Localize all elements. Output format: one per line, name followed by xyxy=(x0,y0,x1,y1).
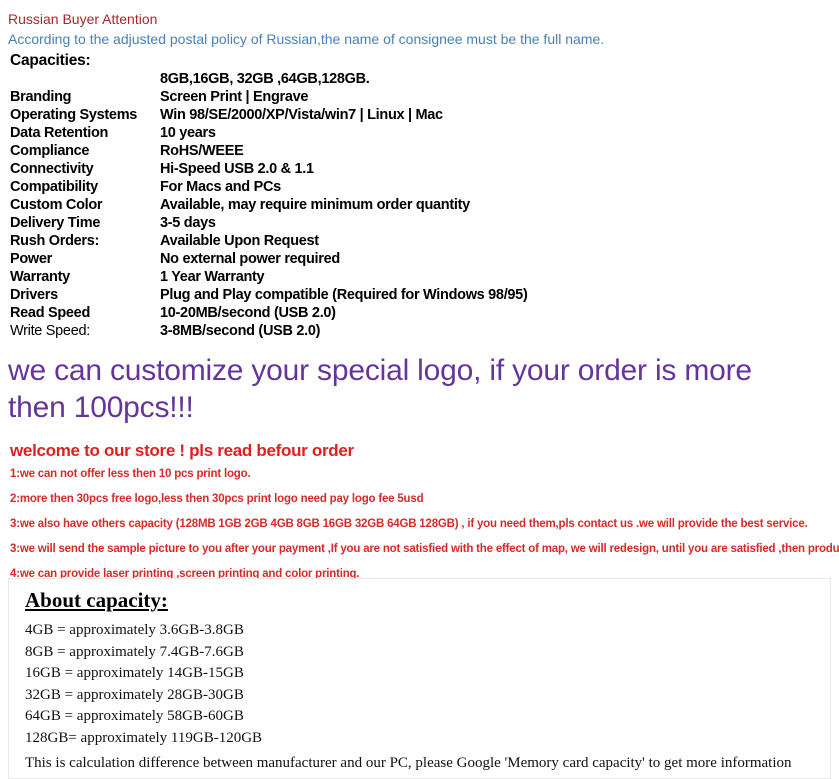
spec-value: Win 98/SE/2000/XP/Vista/win7 | Linux | M… xyxy=(160,107,443,123)
store-terms-block: welcome to our store ! pls read befour o… xyxy=(10,440,839,587)
spec-label: Operating Systems xyxy=(10,107,138,123)
list-item: 2:more then 30pcs free logo,less then 30… xyxy=(10,493,424,505)
spec-value: Available, may require minimum order qua… xyxy=(160,197,470,213)
table-row: Branding Screen Print | Engrave xyxy=(10,88,527,106)
table-row: Warranty 1 Year Warranty xyxy=(10,268,527,286)
table-row: Data Retention 10 years xyxy=(10,124,527,142)
spec-label: Delivery Time xyxy=(10,215,101,231)
specifications-table: Capacities: 8GB,16GB, 32GB ,64GB,128GB. … xyxy=(10,52,528,340)
spec-label: Power xyxy=(10,251,53,267)
spec-value: Plug and Play compatible (Required for W… xyxy=(160,287,528,303)
spec-value: 3-8MB/second (USB 2.0) xyxy=(160,323,321,339)
table-row: Operating Systems Win 98/SE/2000/XP/Vist… xyxy=(10,106,527,124)
spec-value: 10 years xyxy=(160,125,216,141)
table-row: Drivers Plug and Play compatible (Requir… xyxy=(10,286,528,304)
table-row: Custom Color Available, may require mini… xyxy=(10,196,527,214)
product-description-page: Russian Buyer Attention According to the… xyxy=(0,0,839,779)
spec-value: No external power required xyxy=(160,251,340,267)
spec-value: Hi-Speed USB 2.0 & 1.1 xyxy=(160,161,314,177)
capacities-heading: Capacities: xyxy=(10,52,91,69)
spec-label: Compliance xyxy=(10,143,90,159)
spec-value: 10-20MB/second (USB 2.0) xyxy=(160,305,336,321)
table-row: Read Speed 10-20MB/second (USB 2.0) xyxy=(10,304,527,322)
store-welcome-heading: welcome to our store ! pls read befour o… xyxy=(10,441,354,460)
list-item: 3:we also have others capacity (128MB 1G… xyxy=(10,518,808,530)
spec-label: Warranty xyxy=(10,269,70,285)
list-item: 8GB = approximately 7.4GB-7.6GB xyxy=(25,643,244,660)
spec-label: Read Speed xyxy=(10,305,90,321)
capacities-heading-row: Capacities: xyxy=(10,52,527,70)
spec-value: For Macs and PCs xyxy=(160,179,281,195)
russian-buyer-notice: Russian Buyer Attention According to the… xyxy=(0,0,839,50)
list-item: 128GB= approximately 119GB-120GB xyxy=(25,729,263,746)
spec-label: Drivers xyxy=(10,287,58,303)
spec-value: 3-5 days xyxy=(160,215,216,231)
specifications-body: Capacities: 8GB,16GB, 32GB ,64GB,128GB. … xyxy=(10,52,528,340)
spec-label: Rush Orders: xyxy=(10,233,100,249)
table-row: Rush Orders: Available Upon Request xyxy=(10,232,527,250)
spec-value: Available Upon Request xyxy=(160,233,319,249)
table-row: Delivery Time 3-5 days xyxy=(10,214,527,232)
spec-label: Branding xyxy=(10,89,72,105)
list-item: 32GB = approximately 28GB-30GB xyxy=(25,686,244,703)
list-item: 4GB = approximately 3.6GB-3.8GB xyxy=(25,622,244,638)
notice-title: Russian Buyer Attention xyxy=(8,11,158,27)
table-row: Connectivity Hi-Speed USB 2.0 & 1.1 xyxy=(10,160,527,178)
list-item: 3:we will send the sample picture to you… xyxy=(10,543,839,555)
spec-value: RoHS/WEEE xyxy=(160,143,244,159)
capacities-value: 8GB,16GB, 32GB ,64GB,128GB. xyxy=(160,71,370,87)
table-row: Power No external power required xyxy=(10,250,527,268)
table-row: Write Speed: 3-8MB/second (USB 2.0) xyxy=(10,322,527,340)
list-item: 16GB = approximately 14GB-15GB xyxy=(25,665,244,681)
list-item: 64GB = approximately 58GB-60GB xyxy=(25,708,244,724)
table-row: 8GB,16GB, 32GB ,64GB,128GB. xyxy=(10,70,527,88)
spec-value: 1 Year Warranty xyxy=(160,269,265,285)
table-row: Compliance RoHS/WEEE xyxy=(10,142,527,160)
notice-body: According to the adjusted postal policy … xyxy=(8,31,605,47)
spec-label: Compatibility xyxy=(10,179,98,195)
custom-logo-promo: we can customize your special logo, if y… xyxy=(8,354,752,424)
about-capacity-panel: About capacity: 4GB = approximately 3.6G… xyxy=(8,578,831,779)
spec-label: Data Retention xyxy=(10,125,109,141)
about-capacity-title: About capacity: xyxy=(25,588,168,612)
spec-value: Screen Print | Engrave xyxy=(160,89,309,105)
spec-label xyxy=(10,70,160,88)
table-row: Compatibility For Macs and PCs xyxy=(10,178,527,196)
spec-label: Write Speed: xyxy=(10,323,90,339)
spec-label: Custom Color xyxy=(10,197,103,213)
list-item: 1:we can not offer less then 10 pcs prin… xyxy=(10,468,251,480)
capacity-calculation-note: This is calculation difference between m… xyxy=(25,755,792,771)
spec-label: Connectivity xyxy=(10,161,94,177)
